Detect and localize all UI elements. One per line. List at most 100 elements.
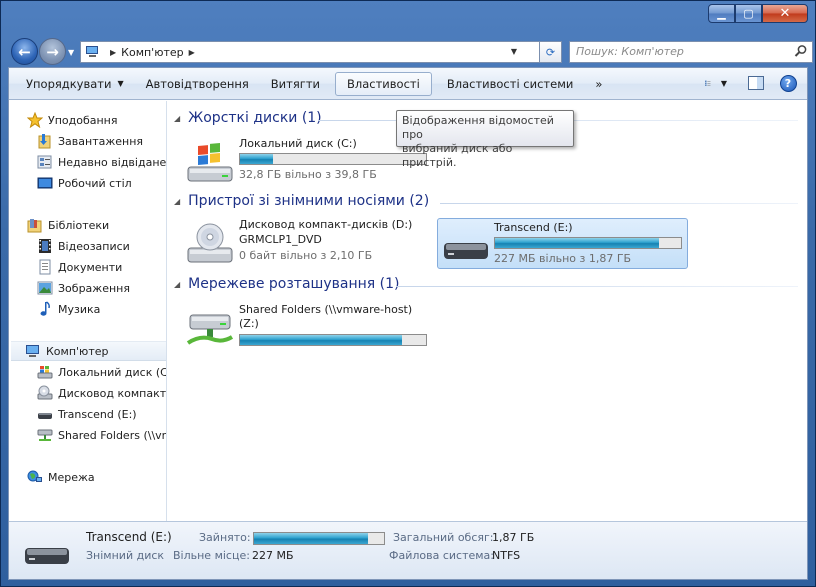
address-dropdown-icon[interactable]: ▼ bbox=[511, 47, 517, 56]
caption-buttons: ▁ ▢ ✕ bbox=[708, 4, 808, 23]
group-title: Мережеве розташування (1) bbox=[188, 276, 400, 292]
sidebar-item-label: Бібліотеки bbox=[48, 218, 110, 232]
details-used-label: Зайнято: bbox=[199, 531, 251, 544]
computer-icon bbox=[25, 343, 41, 359]
collapse-group-icon[interactable]: ◢ bbox=[174, 114, 180, 123]
navigation-pane: Уподобання Завантаження Недавно відвідан… bbox=[9, 101, 167, 521]
content-pane: ◢ Жорсткі диски (1) Локальний диск (C:) … bbox=[168, 101, 807, 521]
help-button[interactable]: ? bbox=[777, 72, 799, 94]
drive-item-e[interactable]: Transcend (E:) 227 МБ вільно з 1,87 ГБ bbox=[437, 218, 688, 269]
close-button[interactable]: ✕ bbox=[762, 4, 808, 23]
group-header-hard-drives[interactable]: ◢ Жорсткі диски (1) bbox=[174, 110, 322, 126]
sidebar-item-favorites[interactable]: Уподобання bbox=[27, 110, 118, 130]
sidebar-item-transcend[interactable]: Transcend (E:) bbox=[37, 404, 137, 424]
recent-pages-dropdown-icon[interactable]: ▼ bbox=[68, 48, 74, 57]
sidebar-item-label: Документи bbox=[58, 260, 123, 274]
sidebar-item-recent[interactable]: Недавно відвідане bbox=[37, 152, 166, 172]
drive-item-d[interactable]: Дисковод компакт-дисків (D:) GRMCLP1_DVD… bbox=[186, 218, 446, 268]
group-divider bbox=[440, 203, 798, 204]
address-bar[interactable]: ▶ Комп'ютер ▶ ▼ bbox=[80, 41, 540, 63]
documents-icon bbox=[37, 259, 53, 275]
properties-button[interactable]: Властивості bbox=[335, 71, 432, 96]
collapse-group-icon[interactable]: ◢ bbox=[174, 280, 180, 289]
drive-free-space: 32,8 ГБ вільно з 39,8 ГБ bbox=[239, 168, 377, 181]
sidebar-item-local-disk[interactable]: Локальний диск (C: bbox=[37, 362, 166, 382]
drive-free-space: 0 байт вільно з 2,10 ГБ bbox=[239, 249, 373, 262]
back-button[interactable]: ← bbox=[11, 38, 38, 65]
search-icon[interactable] bbox=[794, 44, 808, 58]
refresh-button[interactable]: ⟳ bbox=[540, 41, 562, 63]
group-title: Жорсткі диски (1) bbox=[188, 110, 322, 126]
breadcrumb-separator-icon[interactable]: ▶ bbox=[110, 48, 116, 57]
sidebar-item-libraries[interactable]: Бібліотеки bbox=[27, 215, 109, 235]
sidebar-item-label: Мережа bbox=[48, 470, 95, 484]
removable-drive-icon bbox=[444, 243, 488, 259]
preview-pane-button[interactable] bbox=[745, 72, 767, 94]
videos-icon bbox=[37, 238, 53, 254]
removable-drive-icon bbox=[25, 548, 69, 564]
sidebar-item-network[interactable]: Мережа bbox=[27, 467, 95, 487]
group-header-network[interactable]: ◢ Мережеве розташування (1) bbox=[174, 276, 399, 292]
cd-drive-icon bbox=[37, 385, 53, 401]
sidebar-item-downloads[interactable]: Завантаження bbox=[37, 131, 143, 151]
group-divider bbox=[396, 286, 798, 287]
system-properties-button[interactable]: Властивості системи bbox=[436, 72, 585, 96]
more-commands-button[interactable]: » bbox=[584, 72, 613, 96]
drive-usage-fill bbox=[495, 238, 659, 248]
sidebar-item-music[interactable]: Музика bbox=[37, 299, 100, 319]
organize-menu[interactable]: Упорядкувати ▼ bbox=[15, 72, 135, 96]
sidebar-item-documents[interactable]: Документи bbox=[37, 257, 122, 277]
sidebar-item-videos[interactable]: Відеозаписи bbox=[37, 236, 130, 256]
minimize-button[interactable]: ▁ bbox=[708, 4, 735, 23]
chevron-down-icon[interactable]: ▼ bbox=[721, 79, 727, 88]
sidebar-item-pictures[interactable]: Зображення bbox=[37, 278, 130, 298]
details-usage-bar bbox=[253, 532, 385, 545]
sidebar-item-label: Уподобання bbox=[48, 113, 118, 127]
sidebar-item-computer[interactable]: Комп'ютер bbox=[11, 341, 166, 361]
collapse-group-icon[interactable]: ◢ bbox=[174, 197, 180, 206]
desktop-icon bbox=[37, 175, 53, 191]
sidebar-item-label: Музика bbox=[58, 302, 101, 316]
autoplay-button[interactable]: Автовідтворення bbox=[135, 72, 260, 96]
network-drive-icon bbox=[37, 427, 53, 443]
sidebar-item-shared-folders[interactable]: Shared Folders (\\vn bbox=[37, 425, 166, 445]
back-arrow-icon: ← bbox=[18, 42, 31, 61]
forward-button[interactable]: → bbox=[39, 38, 66, 65]
libraries-icon bbox=[27, 217, 43, 233]
chevron-down-icon: ▼ bbox=[117, 79, 124, 88]
drive-free-space: 227 МБ вільно з 1,87 ГБ bbox=[494, 252, 632, 265]
group-header-removable[interactable]: ◢ Пристрої зі знімними носіями (2) bbox=[174, 193, 429, 209]
search-input[interactable]: Пошук: Комп'ютер bbox=[569, 41, 813, 63]
sidebar-item-label: Дисковод компакт- bbox=[58, 386, 167, 400]
tooltip-line: вибраний диск або пристрій. bbox=[402, 142, 513, 169]
minimize-icon: ▁ bbox=[717, 7, 726, 20]
details-fs-value: NTFS bbox=[492, 549, 521, 562]
sidebar-item-label: Зображення bbox=[58, 281, 130, 295]
drive-name: Transcend (E:) bbox=[494, 221, 573, 234]
music-note-icon bbox=[37, 301, 53, 317]
drive-usage-bar bbox=[239, 334, 427, 346]
details-total-value: 1,87 ГБ bbox=[492, 531, 535, 544]
help-icon: ? bbox=[779, 74, 797, 92]
drive-usage-fill bbox=[240, 335, 402, 345]
hard-drive-windows-icon bbox=[187, 143, 233, 182]
breadcrumb-computer[interactable]: Комп'ютер bbox=[121, 46, 183, 59]
removable-drive-icon bbox=[37, 406, 53, 422]
maximize-icon: ▢ bbox=[743, 7, 754, 20]
breadcrumb-separator-icon[interactable]: ▶ bbox=[189, 48, 195, 57]
drive-name: Дисковод компакт-дисків (D:) bbox=[239, 218, 413, 231]
drive-item-z[interactable]: Shared Folders (\\vmware-host) (Z:) bbox=[186, 303, 446, 353]
drive-letter: (Z:) bbox=[239, 317, 259, 330]
command-bar: Упорядкувати ▼ Автовідтворення Витягти Вл… bbox=[9, 68, 807, 100]
sidebar-item-label: Робочий стіл bbox=[58, 176, 132, 190]
network-globe-icon bbox=[27, 469, 43, 485]
details-free-value: 227 МБ bbox=[252, 549, 294, 562]
change-view-button[interactable]: ▼ bbox=[705, 72, 727, 94]
sidebar-item-cd-drive[interactable]: Дисковод компакт- bbox=[37, 383, 167, 403]
maximize-button[interactable]: ▢ bbox=[735, 4, 762, 23]
drive-usage-bar bbox=[494, 237, 682, 249]
sidebar-item-label: Transcend (E:) bbox=[58, 407, 137, 421]
drive-volume-label: GRMCLP1_DVD bbox=[239, 233, 322, 246]
eject-button[interactable]: Витягти bbox=[260, 72, 331, 96]
sidebar-item-desktop[interactable]: Робочий стіл bbox=[37, 173, 132, 193]
